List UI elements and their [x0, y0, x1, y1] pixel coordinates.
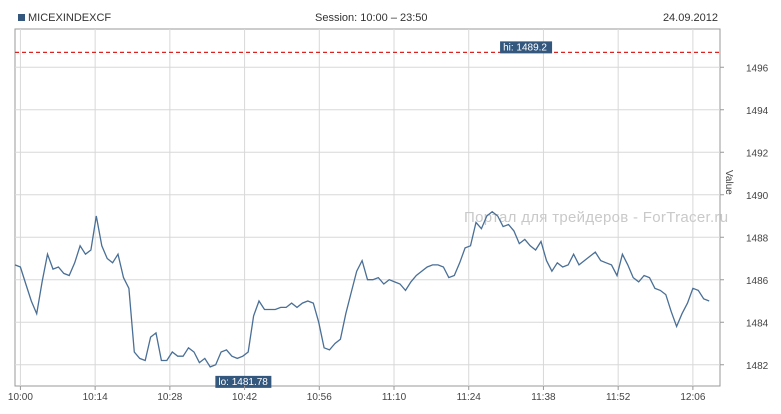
lo-marker: lo: 1481.78: [215, 375, 272, 388]
x-tick-label: 11:10: [382, 392, 407, 403]
x-axis-ticks: 10:00 10:14 10:28 10:42 10:56 11:10 11:24 11:38…: [8, 386, 706, 403]
plot-area: [14, 28, 721, 387]
y-tick-label: 1490: [746, 191, 769, 202]
y-tick-label: 1482: [746, 361, 769, 372]
y-tick-label: 1494: [746, 106, 769, 117]
x-tick-label: 11:24: [457, 392, 482, 403]
date-text: 24.09.2012: [663, 12, 718, 24]
y-tick-label: 1496: [746, 63, 769, 74]
y-tick-label: 1492: [746, 148, 769, 159]
x-tick-label: 12:06: [680, 392, 705, 403]
y-tick-label: 1486: [746, 276, 769, 287]
session-text: Session: 10:00 – 23:50: [315, 12, 428, 24]
x-tick-label: 11:52: [606, 392, 631, 403]
price-chart: MICEXINDEXCF Session: 10:00 – 23:50 24.0…: [8, 12, 769, 403]
x-tick-label: 10:28: [157, 392, 182, 403]
y-tick-label: 1488: [746, 233, 769, 244]
lo-label: lo: 1481.78: [218, 377, 268, 388]
x-tick-label: 10:42: [232, 392, 257, 403]
symbol-title: MICEXINDEXCF: [28, 12, 111, 24]
legend-square-icon: [18, 14, 25, 21]
y-axis-title: Value: [723, 170, 734, 195]
x-tick-label: 11:38: [531, 392, 556, 403]
x-tick-label: 10:56: [307, 392, 332, 403]
y-tick-label: 1484: [746, 318, 769, 329]
x-tick-label: 10:00: [8, 392, 33, 403]
x-tick-label: 10:14: [83, 392, 108, 403]
hi-label: hi: 1489.2: [503, 42, 547, 53]
watermark-text: Портал для трейдеров - ForTracer.ru: [464, 209, 728, 226]
